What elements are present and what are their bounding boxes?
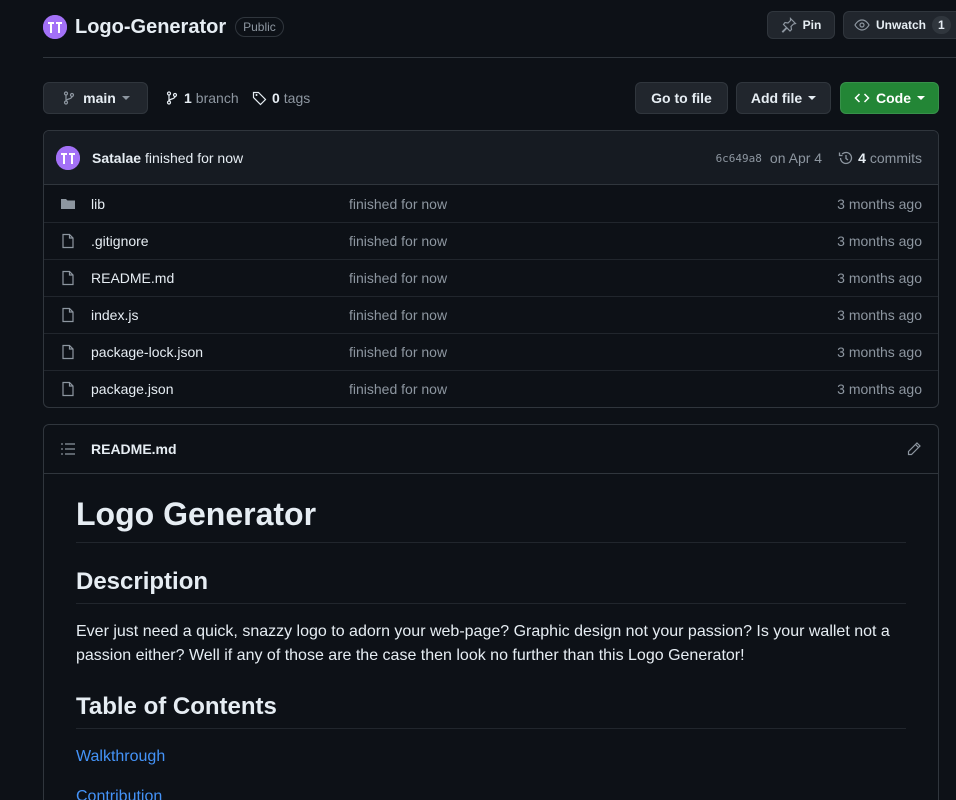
code-label: Code (876, 90, 911, 106)
file-browser: Satalae finished for now 6c649a8 on Apr … (43, 130, 939, 408)
readme-header: README.md (44, 425, 938, 474)
readme-content: Logo Generator Description Ever just nee… (44, 474, 938, 800)
commits-history-link[interactable]: 4 commits (838, 150, 922, 166)
list-unordered-icon[interactable] (60, 441, 76, 457)
eye-icon (854, 19, 870, 31)
commit-message[interactable]: finished for now (145, 150, 243, 166)
add-file-label: Add file (750, 90, 803, 106)
tags-link[interactable]: 0 tags (252, 82, 310, 114)
file-row[interactable]: package-lock.json finished for now 3 month… (44, 333, 938, 370)
file-name[interactable]: package-lock.json (91, 344, 203, 360)
file-row[interactable]: .gitignore finished for now 3 months ago (44, 222, 938, 259)
file-age: 3 months ago (837, 195, 922, 212)
pencil-icon[interactable] (906, 441, 922, 457)
file-age: 3 months ago (837, 270, 922, 286)
branches-link[interactable]: 1 branch (164, 82, 239, 114)
repo-header: Logo-Generator Public Pin Unwatch 1 (43, 11, 956, 41)
chevron-down-icon (121, 96, 130, 100)
file-icon (62, 307, 74, 323)
file-name[interactable]: index.js (91, 307, 138, 323)
branches-label: branch (195, 90, 239, 106)
add-file-button[interactable]: Add file (736, 82, 831, 114)
git-branch-icon (64, 91, 75, 105)
file-commit-message[interactable]: finished for now (349, 381, 447, 397)
branch-name: main (83, 90, 116, 106)
pin-icon (781, 17, 797, 33)
git-branch-icon (166, 91, 178, 105)
file-age: 3 months ago (837, 381, 922, 397)
unwatch-button[interactable]: Unwatch 1 (843, 11, 956, 39)
file-commit-message[interactable]: finished for now (349, 270, 447, 286)
tag-icon (252, 91, 267, 106)
repo-name[interactable]: Logo-Generator (75, 16, 226, 39)
history-icon (838, 151, 853, 165)
chevron-down-icon (917, 96, 925, 100)
file-row[interactable]: package.json finished for now 3 months ago (44, 370, 938, 407)
description-heading: Description (76, 567, 906, 604)
commit-sha[interactable]: 6c649a8 (716, 152, 762, 165)
commit-author[interactable]: Satalae (92, 150, 141, 166)
file-age: 3 months ago (837, 344, 922, 360)
latest-commit-bar: Satalae finished for now 6c649a8 on Apr … (44, 131, 938, 185)
readme-title: Logo Generator (76, 494, 906, 543)
owner-avatar[interactable] (43, 15, 67, 39)
description-text: Ever just need a quick, snazzy logo to a… (76, 623, 890, 664)
commit-author-avatar[interactable] (56, 145, 80, 170)
go-to-file-label: Go to file (651, 90, 712, 106)
unwatch-label: Unwatch (876, 18, 927, 32)
visibility-badge: Public (235, 17, 284, 37)
file-row[interactable]: README.md finished for now 3 months ago (44, 259, 938, 296)
commit-date: on Apr 4 (769, 150, 823, 166)
tags-count: 0 (272, 90, 280, 106)
file-name[interactable]: lib (91, 196, 105, 212)
file-list: lib finished for now 3 months ago .gitignor… (44, 185, 938, 407)
toc-link-contribution[interactable]: Contribution (76, 785, 906, 800)
file-name[interactable]: .gitignore (91, 233, 149, 249)
commit-meta: 6c649a8 on Apr 4 4 commits (716, 131, 922, 185)
file-name[interactable]: package.json (91, 381, 174, 397)
folder-icon (61, 198, 75, 209)
file-icon (62, 381, 74, 397)
file-icon (62, 270, 74, 286)
readme-panel: README.md Logo Generator Description Eve… (43, 424, 939, 800)
commits-label: commits (869, 150, 922, 166)
file-row[interactable]: index.js finished for now 3 months ago (44, 296, 938, 333)
code-button[interactable]: Code (840, 82, 939, 114)
tags-label: tags (283, 90, 311, 106)
file-age: 3 months ago (837, 307, 922, 323)
readme-filename[interactable]: README.md (91, 441, 177, 457)
chevron-down-icon (808, 96, 817, 100)
toc-heading: Table of Contents (76, 692, 906, 729)
repo-toolbar: main 1 branch 0 tags Go to file Add file… (43, 82, 939, 114)
branch-selector[interactable]: main (43, 82, 148, 114)
file-icon (62, 344, 74, 360)
pin-label: Pin (802, 18, 822, 32)
file-row[interactable]: lib finished for now 3 months ago (44, 185, 938, 222)
file-commit-message[interactable]: finished for now (349, 344, 447, 360)
file-name[interactable]: README.md (91, 270, 174, 286)
file-icon (62, 233, 74, 249)
watch-counter: 1 (932, 16, 951, 34)
branches-count: 1 (184, 90, 192, 106)
go-to-file-button[interactable]: Go to file (635, 82, 728, 114)
file-commit-message[interactable]: finished for now (349, 307, 447, 323)
commits-count: 4 (858, 150, 866, 166)
pin-button[interactable]: Pin (767, 11, 835, 39)
toc-link-walkthrough[interactable]: Walkthrough (76, 745, 906, 769)
header-divider (43, 57, 956, 58)
file-age: 3 months ago (837, 233, 922, 249)
code-icon (854, 93, 870, 103)
file-commit-message[interactable]: finished for now (349, 233, 447, 249)
file-commit-message[interactable]: finished for now (349, 196, 447, 212)
